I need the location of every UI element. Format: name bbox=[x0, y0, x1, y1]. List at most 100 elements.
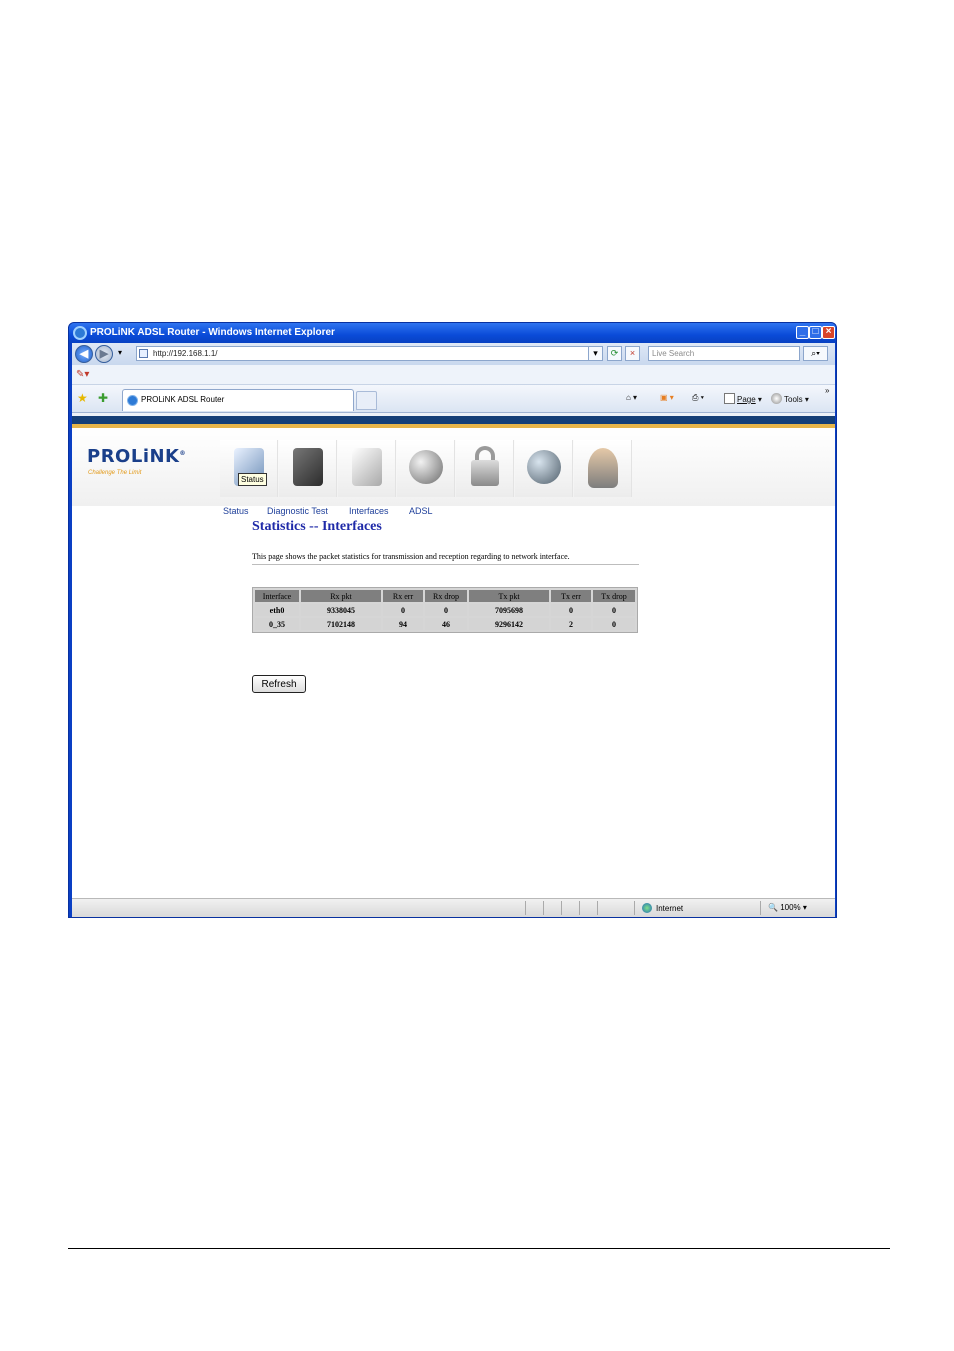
search-icon[interactable]: ⌕▾ bbox=[803, 346, 828, 361]
column-header: Tx drop bbox=[593, 590, 635, 602]
zoom-control[interactable]: 🔍 100% ▾ bbox=[768, 903, 807, 912]
nav-status-icon[interactable] bbox=[220, 440, 278, 497]
status-divider bbox=[579, 901, 580, 915]
print-icon[interactable]: ⎙ ▾ bbox=[692, 393, 704, 403]
home-icon[interactable]: ⌂ ▾ bbox=[626, 393, 637, 402]
table-header-row: Interface Rx pkt Rx err Rx drop Tx pkt T… bbox=[255, 590, 635, 602]
forward-button[interactable]: ▶ bbox=[95, 345, 113, 363]
zone-label: Internet bbox=[656, 904, 684, 913]
title-bar: PROLiNK ADSL Router - Windows Internet E… bbox=[69, 323, 836, 343]
status-divider bbox=[543, 901, 544, 915]
internet-globe-icon bbox=[642, 903, 652, 913]
page-menu-label: Page bbox=[737, 395, 756, 404]
top-stripe bbox=[72, 416, 835, 424]
submenu-status[interactable]: Status bbox=[223, 506, 249, 516]
column-header: Tx pkt bbox=[469, 590, 549, 602]
address-url: http://192.168.1.1/ bbox=[153, 349, 218, 358]
table-cell: 7095698 bbox=[469, 604, 549, 616]
feeds-icon[interactable]: ▣ ▾ bbox=[660, 393, 674, 402]
tab-prolink-router[interactable]: PROLiNK ADSL Router bbox=[122, 389, 354, 411]
nav-internet-icon[interactable] bbox=[397, 440, 455, 497]
security-zone[interactable]: Internet bbox=[642, 903, 683, 913]
column-header: Rx err bbox=[383, 590, 423, 602]
router-header: PROLiNK® Challenge The Limit Status bbox=[72, 428, 835, 506]
nav-user-icon[interactable] bbox=[574, 440, 632, 497]
nav-network-icon[interactable] bbox=[515, 440, 573, 497]
device-icon bbox=[352, 448, 382, 486]
favorites-star-icon[interactable]: ★ bbox=[77, 391, 88, 405]
page-description: This page shows the packet statistics fo… bbox=[252, 552, 570, 561]
logo-text: PROLiNK bbox=[87, 446, 180, 467]
refresh-button[interactable]: Refresh bbox=[252, 675, 306, 693]
history-dropdown-icon[interactable]: ▾ bbox=[118, 348, 122, 357]
divider bbox=[252, 564, 639, 565]
table-cell: 2 bbox=[551, 618, 591, 630]
page-menu[interactable]: Page ▾ bbox=[724, 393, 762, 404]
interface-stats-table: Interface Rx pkt Rx err Rx drop Tx pkt T… bbox=[252, 587, 638, 633]
nav-device-icon[interactable] bbox=[338, 440, 396, 497]
zoom-icon: 🔍 bbox=[768, 903, 778, 912]
tab-ie-icon bbox=[127, 395, 138, 406]
table-cell: 0_35 bbox=[255, 618, 299, 630]
table-cell: 0 bbox=[425, 604, 467, 616]
status-divider bbox=[634, 901, 635, 915]
tab-label: PROLiNK ADSL Router bbox=[141, 395, 225, 404]
page-icon bbox=[139, 349, 148, 358]
status-divider bbox=[597, 901, 598, 915]
tools-menu[interactable]: Tools ▾ bbox=[771, 393, 809, 404]
prolink-logo: PROLiNK® bbox=[87, 446, 186, 467]
table-cell: 9296142 bbox=[469, 618, 549, 630]
table-cell: 0 bbox=[551, 604, 591, 616]
submenu-interfaces[interactable]: Interfaces bbox=[349, 506, 389, 516]
refresh-icon[interactable]: ⟳ bbox=[607, 346, 622, 361]
status-divider bbox=[760, 901, 761, 915]
user-icon bbox=[588, 448, 618, 488]
minimize-button[interactable]: _ bbox=[796, 326, 809, 339]
stop-icon[interactable]: × bbox=[625, 346, 640, 361]
submenu: Status Diagnostic Test Interfaces ADSL bbox=[72, 506, 835, 520]
page-content: PROLiNK® Challenge The Limit Status Stat… bbox=[72, 416, 835, 898]
table-cell: 0 bbox=[593, 604, 635, 616]
ie-logo-icon bbox=[73, 326, 87, 340]
submenu-diagnostic-test[interactable]: Diagnostic Test bbox=[267, 506, 328, 516]
maximize-button[interactable]: □ bbox=[809, 326, 822, 339]
submenu-adsl[interactable]: ADSL bbox=[409, 506, 433, 516]
table-cell: 7102148 bbox=[301, 618, 381, 630]
column-header: Rx drop bbox=[425, 590, 467, 602]
nav-settings-icon[interactable] bbox=[279, 440, 337, 497]
tagline: Challenge The Limit bbox=[88, 470, 142, 476]
add-favorite-icon[interactable]: ✚ bbox=[98, 391, 108, 405]
translate-icon[interactable]: ✎▾ bbox=[76, 369, 89, 380]
address-field[interactable]: http://192.168.1.1/ bbox=[136, 346, 594, 361]
tools-gear-icon bbox=[771, 393, 782, 404]
table-cell: 0 bbox=[593, 618, 635, 630]
search-input[interactable]: Live Search bbox=[648, 346, 800, 361]
table-cell: 94 bbox=[383, 618, 423, 630]
table-cell: 9338045 bbox=[301, 604, 381, 616]
page-title: Statistics -- Interfaces bbox=[252, 519, 382, 534]
address-dropdown-icon[interactable]: ▾ bbox=[588, 346, 603, 361]
column-header: Interface bbox=[255, 590, 299, 602]
tools-menu-label: Tools bbox=[784, 395, 803, 404]
nav-security-icon[interactable] bbox=[456, 440, 514, 497]
tab-row: ★ ✚ PROLiNK ADSL Router ⌂ ▾ ▣ ▾ ⎙ ▾ Page… bbox=[72, 385, 835, 413]
table-cell: 46 bbox=[425, 618, 467, 630]
gear-icon bbox=[293, 448, 323, 486]
new-tab-button[interactable] bbox=[356, 391, 377, 410]
table-row: 0_35 7102148 94 46 9296142 2 0 bbox=[255, 618, 635, 630]
toolbar-overflow-icon[interactable]: » bbox=[825, 386, 829, 395]
lock-icon bbox=[471, 460, 499, 486]
zoom-level: 100% bbox=[780, 903, 801, 912]
command-row: ✎▾ bbox=[72, 365, 835, 385]
status-bar: Internet 🔍 100% ▾ bbox=[72, 898, 835, 917]
back-button[interactable]: ◀ bbox=[75, 345, 93, 363]
status-divider bbox=[525, 901, 526, 915]
window-title: PROLiNK ADSL Router - Windows Internet E… bbox=[90, 327, 335, 338]
close-button[interactable]: × bbox=[822, 326, 835, 339]
column-header: Rx pkt bbox=[301, 590, 381, 602]
status-divider bbox=[561, 901, 562, 915]
globe-icon bbox=[409, 450, 443, 484]
logo-mark: ® bbox=[179, 450, 187, 457]
browser-window: PROLiNK ADSL Router - Windows Internet E… bbox=[68, 322, 837, 918]
table-cell: eth0 bbox=[255, 604, 299, 616]
